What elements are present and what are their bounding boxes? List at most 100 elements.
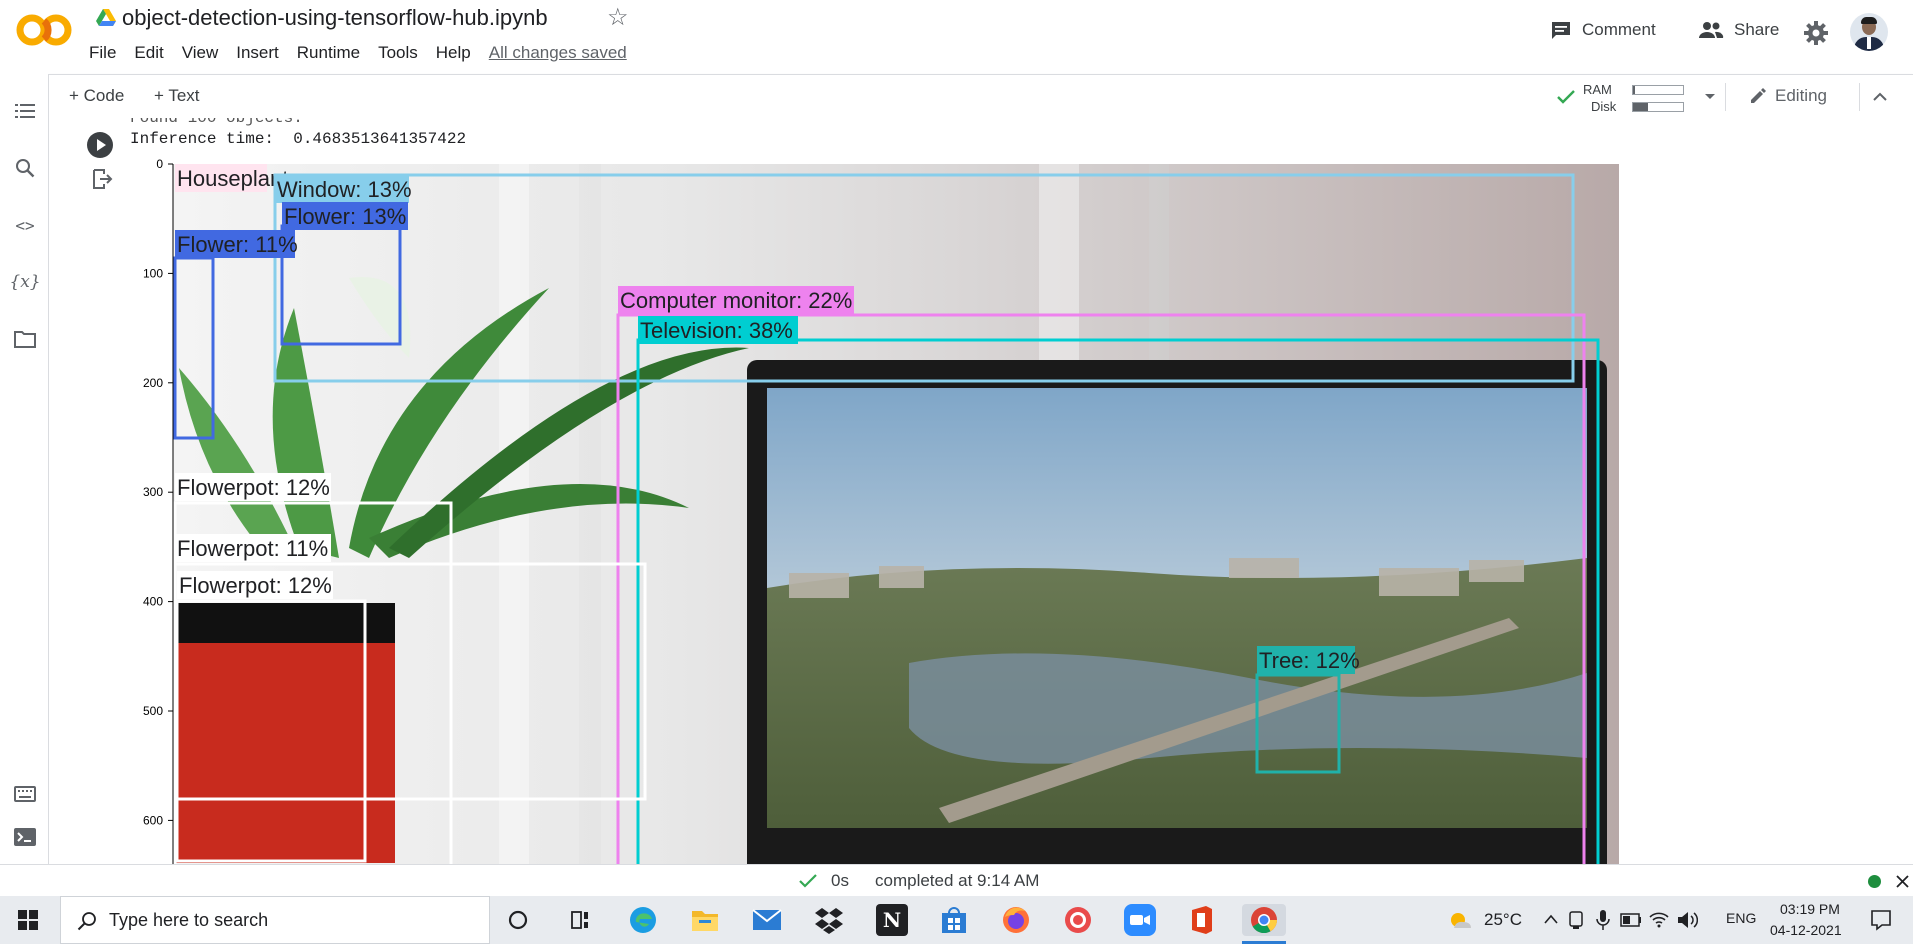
menu-view[interactable]: View (182, 43, 219, 65)
detection-label-television: Television: 38% (640, 318, 793, 343)
detection-output-image: 0 100 200 300 400 500 600 HouseplantWindow: 13… (143, 157, 1619, 864)
comment-icon (1552, 22, 1570, 39)
code-snippets-icon[interactable]: <> (12, 212, 38, 238)
windows-start-icon[interactable] (18, 910, 38, 930)
search-icon (77, 912, 96, 931)
taskbar-search-box[interactable]: Type here to search (60, 896, 490, 944)
file-explorer-icon[interactable] (689, 904, 721, 936)
mail-icon[interactable] (751, 904, 783, 936)
detection-label-window: Window: 13% (277, 177, 412, 202)
speaker-icon[interactable] (1676, 910, 1698, 930)
toolbar-divider (1859, 83, 1860, 111)
zoom-icon[interactable] (1124, 904, 1156, 936)
y-axis: 0 100 200 300 400 500 600 (143, 157, 174, 864)
menu-insert[interactable]: Insert (236, 43, 279, 65)
y-tick-label: 300 (143, 485, 163, 499)
comment-button[interactable]: Comment (1550, 20, 1656, 40)
execution-completed[interactable]: completed at 9:14 AM (875, 871, 1039, 891)
output-actions-icon[interactable] (91, 168, 113, 190)
cell-output-area: 0 100 200 300 400 500 600 Houseplant Window: 13… (49, 118, 1913, 864)
notebook-title[interactable]: object-detection-using-tensorflow-hub.ip… (122, 5, 548, 31)
detection-label-flowerpot-2: Flowerpot: 11% (177, 536, 328, 561)
notebook-toolbar: + Code + Text RAM Disk Editing (49, 74, 1913, 120)
toolbar-divider (1725, 83, 1726, 111)
chevron-up-icon[interactable] (1544, 914, 1558, 924)
chevron-up-icon[interactable] (1872, 90, 1888, 102)
found-objects-text: Found 100 objects. (130, 118, 303, 127)
resources-indicator[interactable]: RAM Disk (1554, 79, 1734, 115)
edge-icon[interactable] (627, 904, 659, 936)
add-text-button[interactable]: + Text (154, 86, 200, 106)
menu-help[interactable]: Help (436, 43, 471, 65)
notifications-icon[interactable] (1870, 909, 1892, 931)
disk-label: Disk (1591, 99, 1617, 114)
detection-label-flowerpot-3: Flowerpot: 12% (179, 573, 332, 598)
network-drive-icon[interactable] (1568, 910, 1586, 930)
detection-label-flower-1: Flower: 13% (284, 204, 406, 229)
clock-time[interactable]: 03:19 PM (1780, 901, 1840, 917)
search-icon[interactable] (12, 155, 38, 181)
command-palette-icon[interactable] (12, 781, 38, 807)
language-indicator[interactable]: ENG (1726, 910, 1756, 926)
gear-icon[interactable] (1804, 21, 1828, 45)
star-icon[interactable]: ☆ (607, 3, 629, 32)
checkmark-icon (1557, 90, 1575, 104)
ram-bar (1632, 85, 1684, 95)
detection-label-houseplant: Houseplant (177, 166, 288, 191)
cortana-icon[interactable] (502, 904, 534, 936)
checkmark-icon (799, 874, 817, 888)
chevron-down-icon[interactable] (1704, 93, 1716, 101)
run-cell-button[interactable] (87, 132, 113, 158)
status-bar: 0s completed at 9:14 AM (0, 864, 1913, 897)
dropbox-icon[interactable] (813, 904, 845, 936)
screen-recorder-icon[interactable] (1062, 904, 1094, 936)
left-sidebar: <> {x} (0, 74, 49, 864)
detection-label-tree: Tree: 12% (1259, 648, 1360, 673)
folder-icon[interactable] (12, 326, 38, 352)
editing-mode-button[interactable]: Editing (1749, 86, 1827, 106)
menu-file[interactable]: File (89, 43, 116, 65)
office-icon[interactable] (1186, 904, 1218, 936)
weather-sun-icon[interactable] (1446, 908, 1474, 932)
connection-status-dot[interactable] (1868, 875, 1881, 888)
add-code-button[interactable]: + Code (69, 86, 124, 106)
disk-bar (1632, 102, 1684, 112)
ram-bar-fill (1633, 86, 1635, 94)
menu-bar: File Edit View Insert Runtime Tools Help… (89, 43, 645, 65)
close-icon[interactable] (1896, 875, 1909, 888)
microphone-icon[interactable] (1596, 909, 1610, 931)
chrome-icon[interactable] (1242, 904, 1286, 936)
terminal-icon[interactable] (12, 824, 38, 850)
clock-date[interactable]: 04-12-2021 (1770, 922, 1842, 938)
colab-logo[interactable] (16, 12, 72, 48)
disk-bar-fill (1633, 103, 1648, 111)
pencil-icon (1751, 88, 1766, 103)
editing-label: Editing (1775, 86, 1827, 105)
notion-icon[interactable]: N (876, 904, 908, 936)
battery-icon[interactable] (1620, 913, 1642, 927)
search-placeholder: Type here to search (109, 910, 269, 930)
menu-edit[interactable]: Edit (134, 43, 163, 65)
menu-runtime[interactable]: Runtime (297, 43, 360, 65)
y-tick-label: 100 (143, 266, 163, 280)
task-view-icon[interactable] (564, 904, 596, 936)
google-drive-icon (96, 9, 116, 26)
detection-label-computer-monitor: Computer monitor: 22% (620, 288, 852, 313)
share-button[interactable]: Share (1698, 20, 1779, 40)
y-tick-label: 600 (143, 813, 163, 827)
store-icon[interactable] (938, 904, 970, 936)
save-status-link[interactable]: All changes saved (489, 43, 627, 65)
menu-tools[interactable]: Tools (378, 43, 418, 65)
execution-duration[interactable]: 0s (831, 871, 849, 891)
weather-temperature[interactable]: 25°C (1484, 910, 1522, 930)
play-icon (97, 139, 106, 151)
y-tick-label: 400 (143, 595, 163, 609)
table-of-contents-icon[interactable] (12, 98, 38, 124)
avatar[interactable] (1850, 13, 1888, 51)
variables-icon[interactable]: {x} (9, 269, 40, 295)
firefox-icon[interactable] (1000, 904, 1032, 936)
header: object-detection-using-tensorflow-hub.ip… (0, 0, 1913, 74)
detection-label-flower-2: Flower: 11% (177, 232, 298, 257)
wifi-icon[interactable] (1648, 910, 1670, 928)
share-label: Share (1734, 20, 1780, 39)
